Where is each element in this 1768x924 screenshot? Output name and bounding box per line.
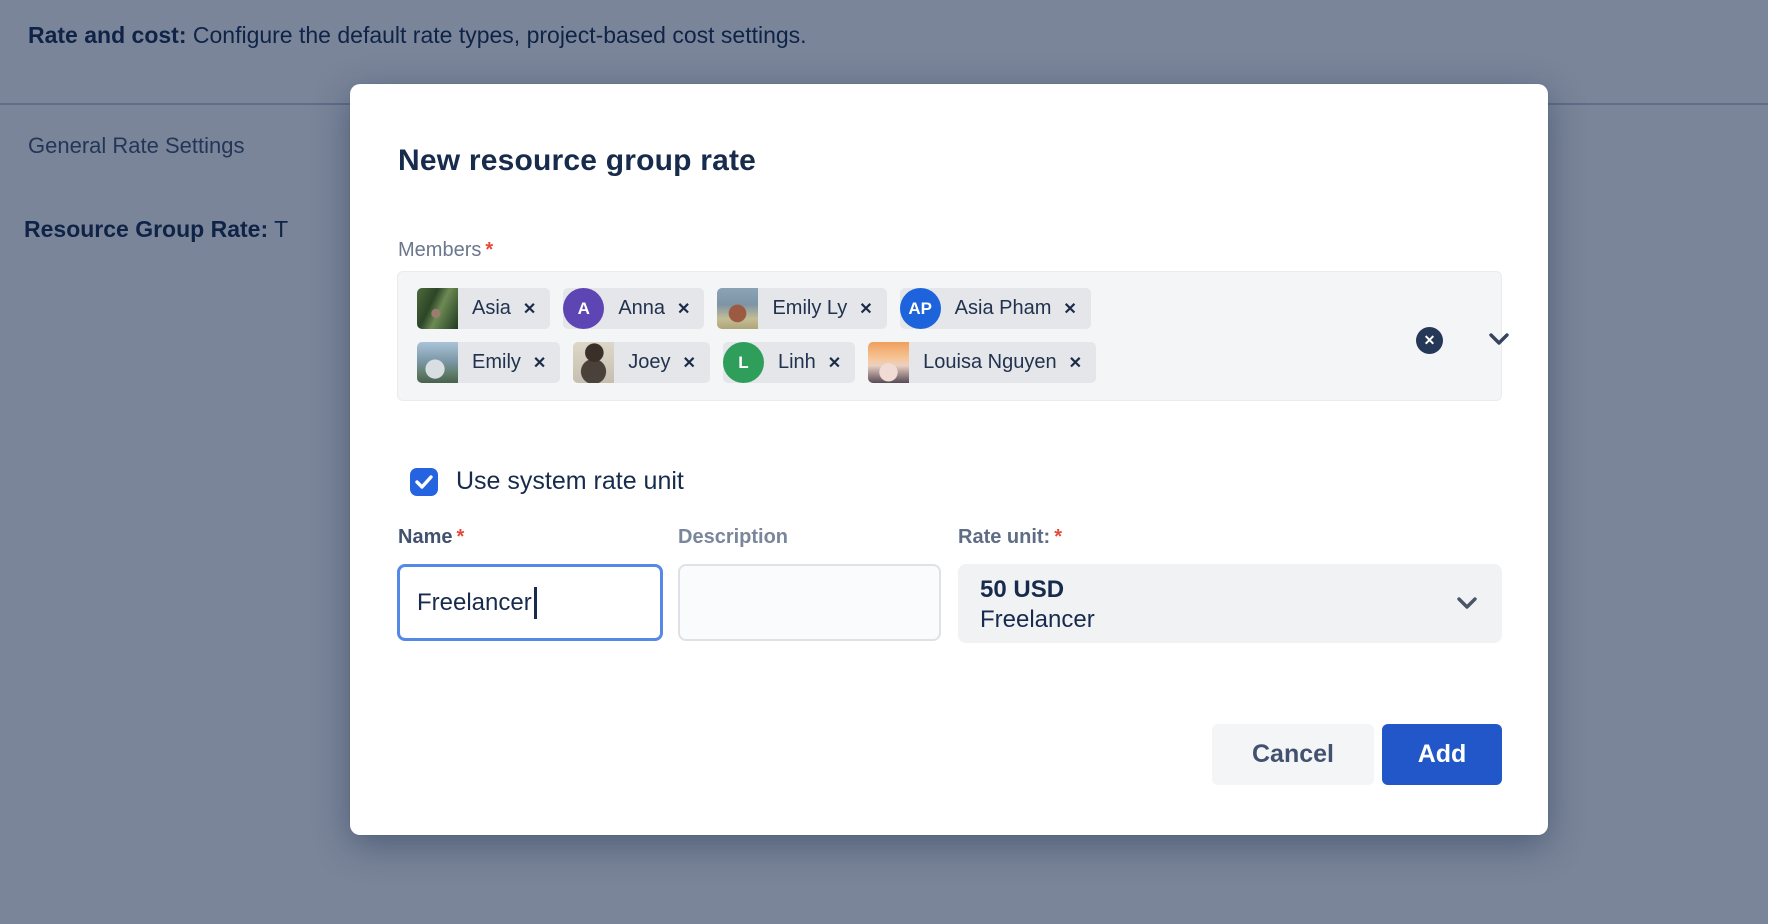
member-initials-avatar: AP bbox=[900, 288, 941, 329]
member-photo-avatar bbox=[417, 288, 458, 329]
member-photo-avatar bbox=[417, 342, 458, 383]
member-initials-avatar: A bbox=[563, 288, 604, 329]
member-name: Asia Pham bbox=[955, 297, 1052, 320]
member-name: Louisa Nguyen bbox=[923, 351, 1056, 374]
use-system-rate-unit-row: Use system rate unit bbox=[410, 467, 684, 496]
remove-member-icon[interactable]: ✕ bbox=[1069, 353, 1082, 373]
member-chip[interactable]: Asia ✕ bbox=[417, 288, 550, 329]
members-chevron-down-icon[interactable] bbox=[1488, 332, 1510, 351]
name-label: Name* bbox=[398, 526, 464, 549]
members-multiselect[interactable]: Asia✕AAnna✕Emily Ly✕APAsia Pham✕Emily✕Jo… bbox=[397, 271, 1502, 401]
remove-member-icon[interactable]: ✕ bbox=[828, 353, 841, 373]
rate-unit-required-mark: * bbox=[1054, 526, 1062, 548]
screen: Rate and cost: Configure the default rat… bbox=[0, 0, 1768, 924]
add-button[interactable]: Add bbox=[1382, 724, 1502, 785]
members-label: Members* bbox=[398, 239, 493, 262]
member-name: Linh bbox=[778, 351, 816, 374]
name-required-mark: * bbox=[456, 526, 464, 548]
remove-member-icon[interactable]: ✕ bbox=[1063, 299, 1076, 319]
name-label-text: Name bbox=[398, 526, 452, 548]
member-photo-avatar bbox=[717, 288, 758, 329]
member-chip[interactable]: Louisa Nguyen ✕ bbox=[868, 342, 1096, 383]
description-input[interactable] bbox=[678, 564, 941, 641]
member-name: Anna bbox=[618, 297, 665, 320]
member-chip[interactable]: Joey ✕ bbox=[573, 342, 710, 383]
member-chip[interactable]: A Anna ✕ bbox=[563, 288, 704, 329]
member-chip[interactable]: AP Asia Pham ✕ bbox=[900, 288, 1091, 329]
description-label: Description bbox=[678, 526, 788, 549]
dialog-title: New resource group rate bbox=[398, 144, 756, 178]
members-label-text: Members bbox=[398, 239, 481, 261]
member-chip[interactable]: Emily ✕ bbox=[417, 342, 560, 383]
remove-member-icon[interactable]: ✕ bbox=[533, 353, 546, 373]
name-input-value: Freelancer bbox=[417, 589, 532, 617]
remove-member-icon[interactable]: ✕ bbox=[523, 299, 536, 319]
remove-member-icon[interactable]: ✕ bbox=[677, 299, 690, 319]
member-name: Emily Ly bbox=[772, 297, 847, 320]
members-required-mark: * bbox=[485, 239, 493, 261]
remove-member-icon[interactable]: ✕ bbox=[683, 353, 696, 373]
member-photo-avatar bbox=[868, 342, 909, 383]
clear-all-glyph: ✕ bbox=[1424, 332, 1436, 349]
cancel-button[interactable]: Cancel bbox=[1212, 724, 1374, 785]
use-system-rate-unit-checkbox[interactable] bbox=[410, 468, 438, 496]
rate-unit-label-text: Rate unit: bbox=[958, 526, 1050, 548]
member-chip[interactable]: Emily Ly ✕ bbox=[717, 288, 886, 329]
rate-unit-label: Rate unit:* bbox=[958, 526, 1062, 549]
text-caret bbox=[534, 587, 537, 619]
member-chip[interactable]: L Linh ✕ bbox=[723, 342, 855, 383]
member-photo-avatar bbox=[573, 342, 614, 383]
member-name: Asia bbox=[472, 297, 511, 320]
member-name: Emily bbox=[472, 351, 521, 374]
remove-member-icon[interactable]: ✕ bbox=[859, 299, 872, 319]
clear-all-members-icon[interactable]: ✕ bbox=[1416, 327, 1443, 354]
member-initials-avatar: L bbox=[723, 342, 764, 383]
dialog-actions: Cancel Add bbox=[397, 724, 1502, 785]
member-name: Joey bbox=[628, 351, 670, 374]
name-input[interactable]: Freelancer bbox=[397, 564, 663, 641]
rate-unit-chevron-down-icon bbox=[1456, 596, 1478, 615]
members-chip-list: Asia✕AAnna✕Emily Ly✕APAsia Pham✕Emily✕Jo… bbox=[417, 288, 1217, 383]
rate-unit-select[interactable]: 50 USD Freelancer bbox=[958, 564, 1502, 643]
rate-unit-value: 50 USD bbox=[980, 576, 1064, 604]
rate-unit-name: Freelancer bbox=[980, 606, 1095, 634]
use-system-rate-unit-label: Use system rate unit bbox=[456, 467, 684, 496]
new-resource-group-rate-dialog: New resource group rate Members* Asia✕AA… bbox=[350, 84, 1548, 835]
